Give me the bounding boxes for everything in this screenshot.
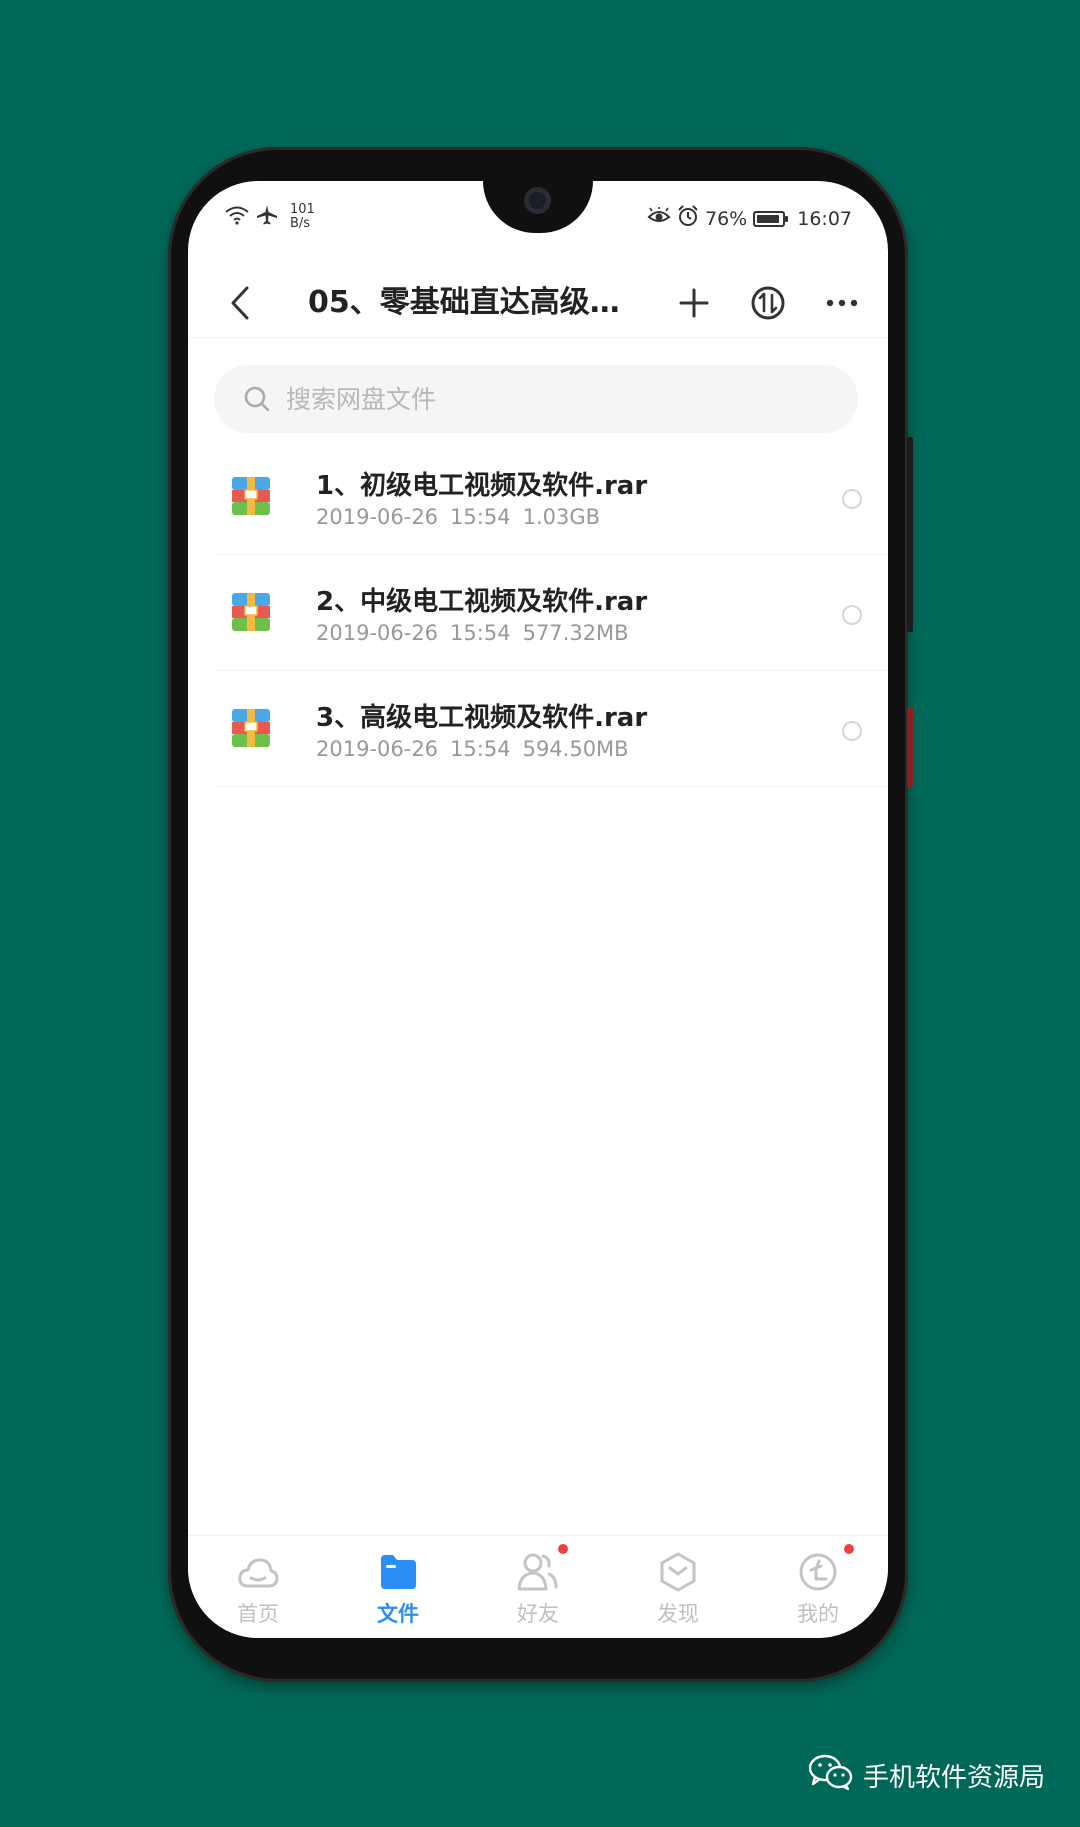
file-time: 15:54 [450, 621, 511, 645]
watermark: 手机软件资源局 [808, 1754, 1045, 1797]
file-row[interactable]: 1、初级电工视频及软件.rar 2019-06-26 15:54 1.03GB [214, 439, 888, 555]
status-right: 76% 16:07 [647, 205, 852, 232]
nav-label: 发现 [657, 1602, 699, 1626]
battery-icon [753, 210, 789, 227]
bottom-nav: 首页 文件 好友 发现 我的 [188, 1535, 888, 1638]
add-button[interactable] [674, 283, 714, 323]
search-icon [242, 384, 272, 414]
alarm-icon [677, 205, 699, 232]
nav-item-home[interactable]: 首页 [188, 1536, 328, 1638]
nav-label: 文件 [377, 1602, 419, 1626]
select-checkbox[interactable] [842, 721, 862, 741]
file-size: 594.50MB [522, 737, 629, 761]
file-name: 1、初级电工视频及软件.rar [316, 471, 648, 501]
volume-button [907, 437, 913, 632]
file-size: 577.32MB [522, 621, 629, 645]
file-list: 1、初级电工视频及软件.rar 2019-06-26 15:54 1.03GB 2、… [214, 439, 888, 787]
plus-icon [679, 288, 709, 318]
more-button[interactable] [822, 283, 862, 323]
search-input[interactable] [284, 383, 828, 415]
rar-archive-icon [232, 709, 270, 747]
title-bar: 05、零基础直达高级电... [188, 265, 888, 338]
nav-item-discover[interactable]: 发现 [608, 1536, 748, 1638]
airplane-mode-icon [256, 204, 278, 231]
rar-archive-icon [232, 477, 270, 515]
nav-item-friends[interactable]: 好友 [468, 1536, 608, 1638]
file-date: 2019-06-26 [316, 505, 439, 529]
select-checkbox[interactable] [842, 489, 862, 509]
chevron-left-icon [231, 286, 249, 320]
file-name: 2、中级电工视频及软件.rar [316, 587, 648, 617]
transfer-icon [751, 286, 785, 320]
nav-label: 首页 [237, 1602, 279, 1626]
file-meta: 2019-06-26 15:54 577.32MB [316, 621, 629, 645]
wifi-icon [224, 205, 250, 230]
notification-dot [844, 1544, 854, 1554]
discover-icon [656, 1550, 700, 1594]
file-size: 1.03GB [522, 505, 601, 529]
clock: 16:07 [797, 207, 852, 230]
page-title: 05、零基础直达高级电... [308, 285, 638, 320]
network-speed-value: 101 [290, 202, 315, 217]
rar-archive-icon [232, 593, 270, 631]
status-bar: 101 B/s 76% 16:07 [188, 191, 888, 241]
transfer-button[interactable] [748, 283, 788, 323]
more-icon [826, 299, 858, 307]
status-left: 101 B/s [224, 203, 315, 231]
phone-screen: 101 B/s 76% 16:07 05、零基础直达高级电... 搜索网盘文件 … [188, 181, 888, 1638]
search-bar[interactable] [214, 365, 858, 433]
battery-percent: 76% [705, 207, 748, 230]
phone-frame: 101 B/s 76% 16:07 05、零基础直达高级电... 搜索网盘文件 … [168, 147, 913, 1682]
file-time: 15:54 [450, 737, 511, 761]
friends-icon [516, 1550, 560, 1594]
file-row[interactable]: 3、高级电工视频及软件.rar 2019-06-26 15:54 594.50MB [214, 671, 888, 787]
file-time: 15:54 [450, 505, 511, 529]
network-speed: 101 B/s [290, 203, 315, 231]
wechat-icon [808, 1754, 853, 1797]
file-meta: 2019-06-26 15:54 1.03GB [316, 505, 600, 529]
network-speed-unit: B/s [290, 216, 311, 231]
nav-label: 我的 [797, 1602, 839, 1626]
file-name: 3、高级电工视频及软件.rar [316, 703, 648, 733]
eye-comfort-icon [647, 206, 671, 230]
file-date: 2019-06-26 [316, 737, 439, 761]
folder-icon [376, 1550, 420, 1594]
profile-icon [796, 1550, 840, 1594]
power-button [907, 707, 913, 787]
notification-dot [558, 1544, 568, 1554]
watermark-text: 手机软件资源局 [862, 1763, 1045, 1793]
cloud-icon [236, 1550, 280, 1594]
file-meta: 2019-06-26 15:54 594.50MB [316, 737, 629, 761]
file-row[interactable]: 2、中级电工视频及软件.rar 2019-06-26 15:54 577.32MB [214, 555, 888, 671]
back-button[interactable] [220, 283, 260, 323]
select-checkbox[interactable] [842, 605, 862, 625]
nav-item-files[interactable]: 文件 [328, 1536, 468, 1638]
nav-label: 好友 [517, 1602, 559, 1626]
nav-item-profile[interactable]: 我的 [748, 1536, 888, 1638]
file-date: 2019-06-26 [316, 621, 439, 645]
